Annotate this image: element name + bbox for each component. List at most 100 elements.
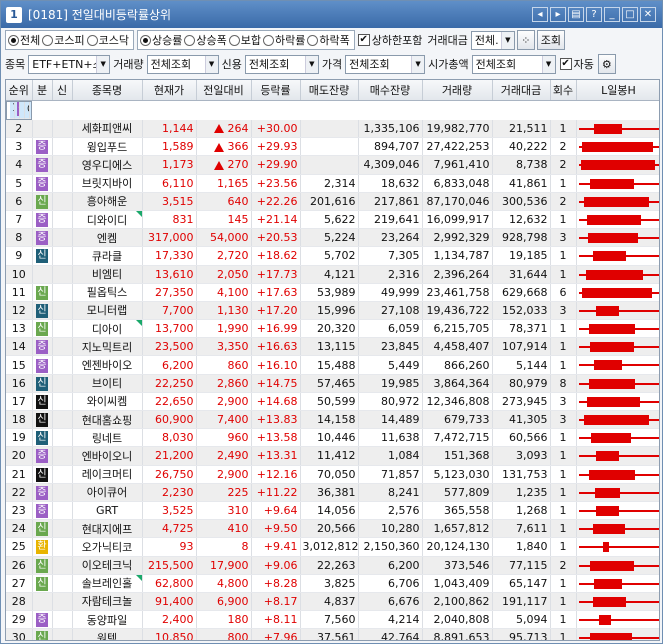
table-row[interactable]: 27 신 솔브레인홀 62,800 4,800 +8.28 3,825 6,706 1,043,… — [6, 574, 659, 593]
stock-name-cell[interactable]: 디와이디 — [72, 210, 143, 230]
table-row[interactable]: 1증아이엠비디36,00023,000+176.9211,26228,64731… — [6, 100, 32, 120]
stock-name-cell[interactable]: 동양파일 — [72, 610, 143, 630]
market-radio-kosdaq[interactable]: 코스닥 — [86, 32, 129, 48]
col-header[interactable]: 종목명 — [72, 80, 143, 101]
table-row[interactable]: 29 증 동양파일 2,400 180 +8.11 7,560 4,214 2,040,808 5… — [6, 610, 659, 630]
table-row[interactable]: 10 비엠티 13,610 2,050 +17.73 4,121 2,316 2,396,26… — [6, 265, 659, 284]
col-header[interactable]: L일봉H — [576, 80, 659, 101]
table-row[interactable]: 9 신 큐라클 17,330 2,720 +18.62 5,702 7,305 1,134,78… — [6, 246, 659, 266]
menu-icon[interactable]: ▤ — [568, 7, 584, 22]
stock-name-cell[interactable]: 레이크머티 — [72, 465, 143, 484]
table-row[interactable]: 21 신 레이크머티 26,750 2,900 +12.16 70,050 71,857 5,1… — [6, 465, 659, 484]
col-header[interactable]: 분 — [32, 80, 53, 101]
col-header[interactable]: 매수잔량 — [358, 80, 423, 101]
rank-radio-rise-amount[interactable]: 상승폭 — [184, 32, 227, 48]
radio-circle[interactable] — [42, 34, 54, 46]
radio-circle[interactable] — [307, 34, 319, 46]
radio-circle[interactable] — [184, 34, 196, 46]
table-row[interactable]: 30 신 원텍 10,850 800 +7.96 37,561 42,764 8,891,653… — [6, 628, 659, 640]
col-header[interactable]: 신 — [52, 80, 73, 101]
table-row[interactable]: 25 환 오가닉티코 93 8 +9.41 3,012,812 2,150,360 20,124… — [6, 537, 659, 557]
table-row[interactable]: 12 신 모니터랩 7,700 1,130 +17.20 15,996 27,108 19,43… — [6, 301, 659, 321]
prev-icon[interactable]: ◂ — [532, 7, 548, 22]
stock-name-cell[interactable]: 현대지에프 — [72, 519, 143, 539]
gear-icon[interactable]: ⚙ — [597, 54, 616, 74]
stock-type-select[interactable]: ETF+ETN+스! ▼ — [28, 54, 111, 74]
table-row[interactable]: 26 신 이오테크닉 215,500 17,900 +9.06 22,263 6,200 373… — [6, 556, 659, 575]
stock-name-cell[interactable]: 엔젠바이오 — [72, 355, 143, 375]
dropdown-icon[interactable]: ▼ — [96, 55, 110, 73]
table-row[interactable]: 5 증 브릿지바이 6,110 1,165 +23.56 2,314 18,632 6,833,… — [6, 174, 659, 193]
radio-circle[interactable] — [228, 34, 240, 46]
stock-name-cell[interactable]: 엔켐 — [72, 228, 143, 248]
stock-name-cell[interactable]: 디아이 — [72, 319, 143, 339]
col-header[interactable]: 등락률 — [251, 80, 301, 101]
table-row[interactable]: 23 증 GRT 3,525 310 +9.64 14,056 2,576 365,558 1,2… — [6, 501, 659, 521]
col-header[interactable]: 전일대비 — [196, 80, 252, 101]
market-radio-kospi[interactable]: 코스피 — [42, 32, 85, 48]
table-row[interactable]: 11 신 필옵틱스 27,350 4,100 +17.63 53,989 49,999 23,4… — [6, 283, 659, 302]
maximize-icon[interactable]: □ — [622, 7, 638, 22]
table-row[interactable]: 3 증 윙입푸드 1,589 366 +29.93 894,707 27,422,253 40,… — [6, 137, 659, 157]
auto-checkbox[interactable]: ✔ 자동 — [559, 56, 594, 72]
stock-name-cell[interactable]: 자람테크놀 — [72, 592, 143, 612]
dropdown-icon[interactable]: ▼ — [304, 55, 318, 73]
radio-circle[interactable] — [8, 34, 19, 46]
stock-name-cell[interactable]: GRT — [72, 501, 143, 521]
stock-name-cell[interactable]: 이오테크닉 — [72, 556, 143, 575]
table-row[interactable]: 7 증 디와이디 831 145 +21.14 5,622 219,641 16,099,917… — [6, 210, 659, 230]
trade-amount-select[interactable]: 전체. ▼ — [470, 30, 515, 50]
stock-name-cell[interactable]: 브이티 — [72, 374, 143, 393]
stock-name-cell[interactable]: 흥아해운 — [72, 192, 143, 211]
checkbox-box[interactable]: ✔ — [559, 58, 572, 70]
stock-name-cell[interactable]: 윙입푸드 — [72, 137, 143, 157]
stock-name-cell[interactable]: 세화피앤씨 — [72, 119, 143, 139]
radio-circle[interactable] — [86, 34, 98, 46]
table-row[interactable]: 13 신 디아이 13,700 1,990 +16.99 20,320 6,059 6,215,… — [6, 319, 659, 339]
stock-name-cell[interactable]: 엔바이오니 — [72, 446, 143, 466]
minimize-icon[interactable]: _ — [604, 7, 620, 22]
table-row[interactable]: 16 신 브이티 22,250 2,860 +14.75 57,465 19,985 3,864… — [6, 374, 659, 393]
dropdown-icon[interactable]: ▼ — [204, 55, 218, 73]
stock-name-cell[interactable]: 비엠티 — [72, 265, 143, 284]
rank-radio-rise-rate[interactable]: 상승률 — [140, 32, 182, 48]
table-row[interactable]: 2 세화피앤씨 1,144 264 +30.00 1,335,106 19,982,770 2… — [6, 119, 659, 139]
stock-name-cell[interactable]: 모니터랩 — [72, 301, 143, 321]
table-row[interactable]: 28 자람테크놀 91,400 6,900 +8.17 4,837 6,676 2,100,8… — [6, 592, 659, 612]
query-button[interactable]: 조회 — [536, 30, 565, 50]
stock-name-cell[interactable]: 오가닉티코 — [72, 537, 143, 557]
col-header[interactable]: 거래대금 — [492, 80, 551, 101]
market-radio-all[interactable]: 전체 — [8, 32, 40, 48]
credit-select[interactable]: 전체조회 ▼ — [244, 54, 319, 74]
radio-circle[interactable] — [140, 34, 151, 46]
stock-name-cell[interactable]: 솔브레인홀 — [72, 574, 143, 593]
stock-name-cell[interactable]: 아이엠비디 — [25, 101, 30, 119]
table-row[interactable]: 6 신 흥아해운 3,515 640 +22.26 201,616 217,861 87,170… — [6, 192, 659, 211]
dropdown-icon[interactable]: ▼ — [411, 55, 425, 73]
table-row[interactable]: 24 신 현대지에프 4,725 410 +9.50 20,566 10,280 1,657,8… — [6, 519, 659, 539]
stock-name-cell[interactable]: 브릿지바이 — [72, 174, 143, 193]
rank-radio-flat[interactable]: 보합 — [228, 32, 261, 48]
dropdown-icon[interactable]: ▼ — [541, 55, 555, 73]
settings-dots-icon[interactable]: ⁘ — [516, 30, 535, 50]
volume-select[interactable]: 전체조회 ▼ — [146, 54, 219, 74]
col-header[interactable]: 회수 — [550, 80, 577, 101]
table-row[interactable]: 17 신 와이씨켐 22,650 2,900 +14.68 50,599 80,972 12,3… — [6, 392, 659, 412]
table-row[interactable]: 20 증 엔바이오니 21,200 2,490 +13.31 11,412 1,084 151,… — [6, 446, 659, 466]
stock-name-cell[interactable]: 아이큐어 — [72, 483, 143, 502]
table-row[interactable]: 15 증 엔젠바이오 6,200 860 +16.10 15,488 5,449 866,260… — [6, 355, 659, 375]
stock-name-cell[interactable]: 큐라클 — [72, 246, 143, 266]
stock-name-cell[interactable]: 영우디에스 — [72, 155, 143, 175]
stock-name-cell[interactable]: 와이씨켐 — [72, 392, 143, 412]
stock-name-cell[interactable]: 현대홈쇼핑 — [72, 410, 143, 430]
col-header[interactable]: 매도잔량 — [300, 80, 359, 101]
next-icon[interactable]: ▸ — [550, 7, 566, 22]
stock-name-cell[interactable]: 필옵틱스 — [72, 283, 143, 302]
table-row[interactable]: 22 증 아이큐어 2,230 225 +11.22 36,381 8,241 577,809 1… — [6, 483, 659, 502]
table-row[interactable]: 14 증 지노믹트리 23,500 3,350 +16.63 13,115 23,845 4,4… — [6, 337, 659, 357]
col-header[interactable]: 순위 — [6, 80, 33, 101]
help-icon[interactable]: ? — [586, 7, 602, 22]
stock-name-cell[interactable]: 지노믹트리 — [72, 337, 143, 357]
table-row[interactable]: 4 증 영우디에스 1,173 270 +29.90 4,309,046 7,961,410 8… — [6, 155, 659, 175]
table-row[interactable]: 18 신 현대홈쇼핑 60,900 7,400 +13.83 14,158 14,489 679… — [6, 410, 659, 430]
